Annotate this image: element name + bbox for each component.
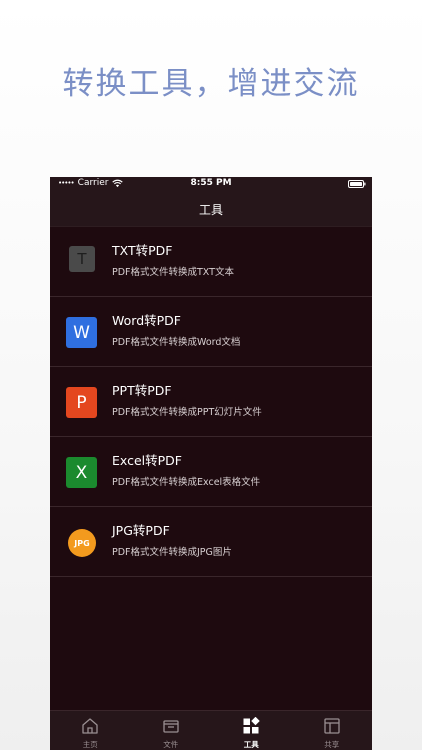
ppt-icon: P xyxy=(66,387,97,418)
navigation-bar: 工具 xyxy=(50,191,372,227)
home-icon xyxy=(82,718,98,734)
txt-icon: T xyxy=(69,246,95,272)
tool-title: JPG转PDF xyxy=(112,523,170,538)
tool-title: Word转PDF xyxy=(112,313,181,328)
folder-icon xyxy=(163,720,179,733)
tool-title: TXT转PDF xyxy=(112,243,173,258)
promo-headline: 转换工具，增进交流 xyxy=(62,66,360,102)
page-title: 工具 xyxy=(198,203,223,217)
jpg-icon: JPG xyxy=(68,529,96,557)
tool-list: T TXT转PDF PDF格式文件转换成TXT文本 W Word转PDF PDF… xyxy=(50,227,372,577)
tab-label: 工具 xyxy=(243,740,259,749)
tools-icon xyxy=(243,717,260,734)
tab-tools[interactable]: 工具 xyxy=(211,711,292,750)
tool-row-ppt[interactable]: P PPT转PDF PDF格式文件转换成PPT幻灯片文件 xyxy=(50,367,372,437)
tab-label: 共享 xyxy=(324,740,340,749)
tab-files[interactable]: 文件 xyxy=(131,711,212,750)
tool-subtitle: PDF格式文件转换成TXT文本 xyxy=(112,267,234,278)
phone-screen: ••••• Carrier 8:55 PM 工具 T TXT转PDF PDF格式… xyxy=(50,177,372,750)
tab-home[interactable]: 主页 xyxy=(50,711,131,750)
tool-row-word[interactable]: W Word转PDF PDF格式文件转换成Word文档 xyxy=(50,297,372,367)
tool-row-excel[interactable]: X Excel转PDF PDF格式文件转换成Excel表格文件 xyxy=(50,437,372,507)
tab-label: 主页 xyxy=(82,740,98,749)
tab-bar: 主页 文件 工具 共享 xyxy=(50,710,372,750)
tool-row-txt[interactable]: T TXT转PDF PDF格式文件转换成TXT文本 xyxy=(50,227,372,297)
tool-subtitle: PDF格式文件转换成PPT幻灯片文件 xyxy=(112,407,262,418)
battery-icon xyxy=(348,180,366,188)
status-bar: ••••• Carrier 8:55 PM xyxy=(50,177,372,191)
status-time: 8:55 PM xyxy=(190,178,232,188)
tool-subtitle: PDF格式文件转换成Word文档 xyxy=(112,337,241,348)
tool-title: Excel转PDF xyxy=(112,453,182,468)
tab-share[interactable]: 共享 xyxy=(292,711,373,750)
share-layout-icon xyxy=(324,718,340,734)
tab-label: 文件 xyxy=(163,740,179,749)
word-icon: W xyxy=(66,317,97,348)
excel-icon: X xyxy=(66,457,97,488)
tool-subtitle: PDF格式文件转换成Excel表格文件 xyxy=(112,477,261,488)
tool-row-jpg[interactable]: JPG JPG转PDF PDF格式文件转换成JPG图片 xyxy=(50,507,372,577)
tool-subtitle: PDF格式文件转换成JPG图片 xyxy=(112,547,232,558)
tool-title: PPT转PDF xyxy=(112,383,172,398)
